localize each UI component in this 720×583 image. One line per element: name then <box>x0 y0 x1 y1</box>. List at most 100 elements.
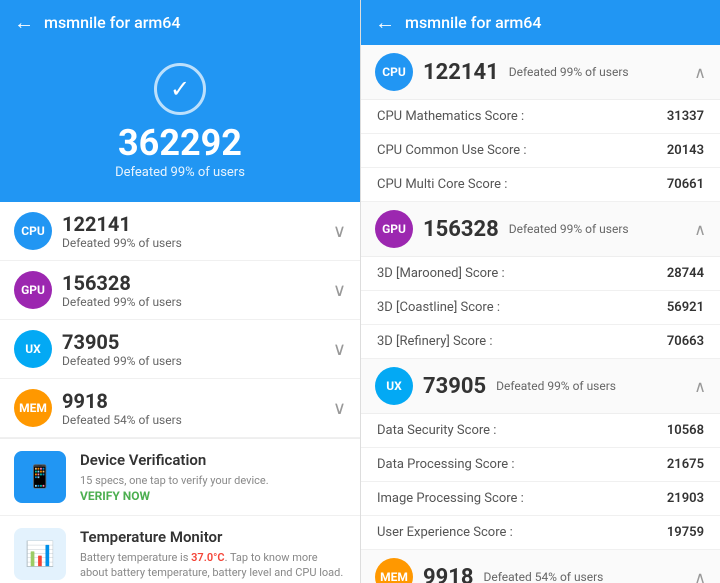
mem-arrow-icon: ∨ <box>333 398 346 419</box>
device-card-text: Device Verification 15 specs, one tap to… <box>80 451 346 502</box>
device-icon: 📱 <box>26 465 53 490</box>
cpu-badge: CPU <box>14 212 52 250</box>
cards-section: 📱 Device Verification 15 specs, one tap … <box>0 438 360 583</box>
cpu-section-header[interactable]: CPU 122141 Defeated 99% of users ∧ <box>361 45 720 100</box>
device-card-desc: 15 specs, one tap to verify your device. <box>80 473 346 488</box>
mem-section-arrow: ∧ <box>694 568 706 583</box>
gpu-section-header[interactable]: GPU 156328 Defeated 99% of users ∧ <box>361 202 720 257</box>
right-header: ← msmnile for arm64 <box>361 0 720 45</box>
right-gpu-score: 156328 <box>423 217 499 242</box>
cpu-common-value: 20143 <box>667 143 704 158</box>
temp-icon: 📊 <box>25 540 55 568</box>
ux-defeated: Defeated 99% of users <box>62 354 323 368</box>
ux-security-label: Data Security Score : <box>377 423 496 438</box>
gpu-marooned-value: 28744 <box>667 266 704 281</box>
right-mem-defeated: Defeated 54% of users <box>484 570 685 583</box>
gpu-refinery-row: 3D [Refinery] Score : 70663 <box>361 325 720 359</box>
right-content: CPU 122141 Defeated 99% of users ∧ CPU M… <box>361 45 720 583</box>
right-cpu-defeated: Defeated 99% of users <box>509 65 685 79</box>
mem-defeated: Defeated 54% of users <box>62 413 323 427</box>
gpu-marooned-row: 3D [Marooned] Score : 28744 <box>361 257 720 291</box>
cpu-category-row[interactable]: CPU 122141 Defeated 99% of users ∨ <box>0 202 360 261</box>
ux-arrow-icon: ∨ <box>333 339 346 360</box>
temperature-monitor-card[interactable]: 📊 Temperature Monitor Battery temperatur… <box>0 516 360 583</box>
gpu-refinery-label: 3D [Refinery] Score : <box>377 334 493 349</box>
right-ux-badge: UX <box>375 367 413 405</box>
gpu-info: 156328 Defeated 99% of users <box>62 271 323 309</box>
ux-processing-row: Data Processing Score : 21675 <box>361 448 720 482</box>
cpu-score: 122141 <box>62 212 323 236</box>
device-card-title: Device Verification <box>80 451 346 469</box>
right-panel: ← msmnile for arm64 CPU 122141 Defeated … <box>360 0 720 583</box>
ux-image-value: 21903 <box>667 491 704 506</box>
ux-section-header[interactable]: UX 73905 Defeated 99% of users ∧ <box>361 359 720 414</box>
right-ux-defeated: Defeated 99% of users <box>496 379 684 393</box>
ux-experience-label: User Experience Score : <box>377 525 513 540</box>
cpu-common-label: CPU Common Use Score : <box>377 143 527 158</box>
left-panel: ← msmnile for arm64 ✓ 362292 Defeated 99… <box>0 0 360 583</box>
gpu-arrow-icon: ∨ <box>333 280 346 301</box>
temp-card-title: Temperature Monitor <box>80 528 346 546</box>
ux-experience-value: 19759 <box>667 525 704 540</box>
ux-processing-label: Data Processing Score : <box>377 457 515 472</box>
mem-info: 9918 Defeated 54% of users <box>62 389 323 427</box>
main-defeated-text: Defeated 99% of users <box>115 165 245 180</box>
cpu-multi-label: CPU Multi Core Score : <box>377 177 507 192</box>
verify-now-button[interactable]: VERIFY NOW <box>80 489 346 503</box>
mem-category-row[interactable]: MEM 9918 Defeated 54% of users ∨ <box>0 379 360 438</box>
gpu-coastline-row: 3D [Coastline] Score : 56921 <box>361 291 720 325</box>
cpu-multi-value: 70661 <box>667 177 704 192</box>
ux-security-value: 10568 <box>667 423 704 438</box>
cpu-arrow-icon: ∨ <box>333 221 346 242</box>
temp-icon-box: 📊 <box>14 528 66 580</box>
ux-badge: UX <box>14 330 52 368</box>
gpu-defeated: Defeated 99% of users <box>62 295 323 309</box>
right-mem-score: 9918 <box>423 565 474 583</box>
temp-value: 37.0°C <box>191 551 224 564</box>
ux-image-label: Image Processing Score : <box>377 491 524 506</box>
right-gpu-defeated: Defeated 99% of users <box>509 222 685 236</box>
gpu-section-arrow: ∧ <box>694 220 706 239</box>
back-button-right[interactable]: ← <box>375 10 395 35</box>
ux-section-arrow: ∧ <box>694 377 706 396</box>
right-ux-score: 73905 <box>423 374 486 399</box>
cpu-info: 122141 Defeated 99% of users <box>62 212 323 250</box>
cpu-section-arrow: ∧ <box>694 63 706 82</box>
right-cpu-badge: CPU <box>375 53 413 91</box>
back-button-left[interactable]: ← <box>14 10 34 35</box>
gpu-refinery-value: 70663 <box>667 334 704 349</box>
left-header: ← msmnile for arm64 <box>0 0 360 45</box>
cpu-math-label: CPU Mathematics Score : <box>377 109 524 124</box>
gpu-coastline-label: 3D [Coastline] Score : <box>377 300 500 315</box>
cpu-defeated: Defeated 99% of users <box>62 236 323 250</box>
score-circle: ✓ <box>154 63 206 115</box>
right-mem-badge: MEM <box>375 558 413 583</box>
gpu-coastline-value: 56921 <box>667 300 704 315</box>
checkmark-icon: ✓ <box>170 75 190 103</box>
app-title-right: msmnile for arm64 <box>405 13 541 32</box>
ux-processing-value: 21675 <box>667 457 704 472</box>
temp-desc-prefix: Battery temperature is <box>80 551 191 564</box>
temp-card-text: Temperature Monitor Battery temperature … <box>80 528 346 581</box>
gpu-score: 156328 <box>62 271 323 295</box>
main-score: 362292 <box>118 125 242 161</box>
right-gpu-badge: GPU <box>375 210 413 248</box>
app-title-left: msmnile for arm64 <box>44 13 180 32</box>
gpu-marooned-label: 3D [Marooned] Score : <box>377 266 505 281</box>
mem-section-header[interactable]: MEM 9918 Defeated 54% of users ∧ <box>361 550 720 583</box>
score-banner: ✓ 362292 Defeated 99% of users <box>0 45 360 202</box>
gpu-category-row[interactable]: GPU 156328 Defeated 99% of users ∨ <box>0 261 360 320</box>
cpu-multi-score-row: CPU Multi Core Score : 70661 <box>361 168 720 202</box>
right-cpu-score: 122141 <box>423 60 499 85</box>
ux-experience-row: User Experience Score : 19759 <box>361 516 720 550</box>
ux-category-row[interactable]: UX 73905 Defeated 99% of users ∨ <box>0 320 360 379</box>
device-verification-card[interactable]: 📱 Device Verification 15 specs, one tap … <box>0 439 360 516</box>
temp-card-desc: Battery temperature is 37.0°C. Tap to kn… <box>80 550 346 581</box>
ux-score: 73905 <box>62 330 323 354</box>
device-icon-box: 📱 <box>14 451 66 503</box>
mem-badge: MEM <box>14 389 52 427</box>
cpu-math-score-row: CPU Mathematics Score : 31337 <box>361 100 720 134</box>
category-list: CPU 122141 Defeated 99% of users ∨ GPU 1… <box>0 202 360 583</box>
gpu-badge: GPU <box>14 271 52 309</box>
ux-info: 73905 Defeated 99% of users <box>62 330 323 368</box>
